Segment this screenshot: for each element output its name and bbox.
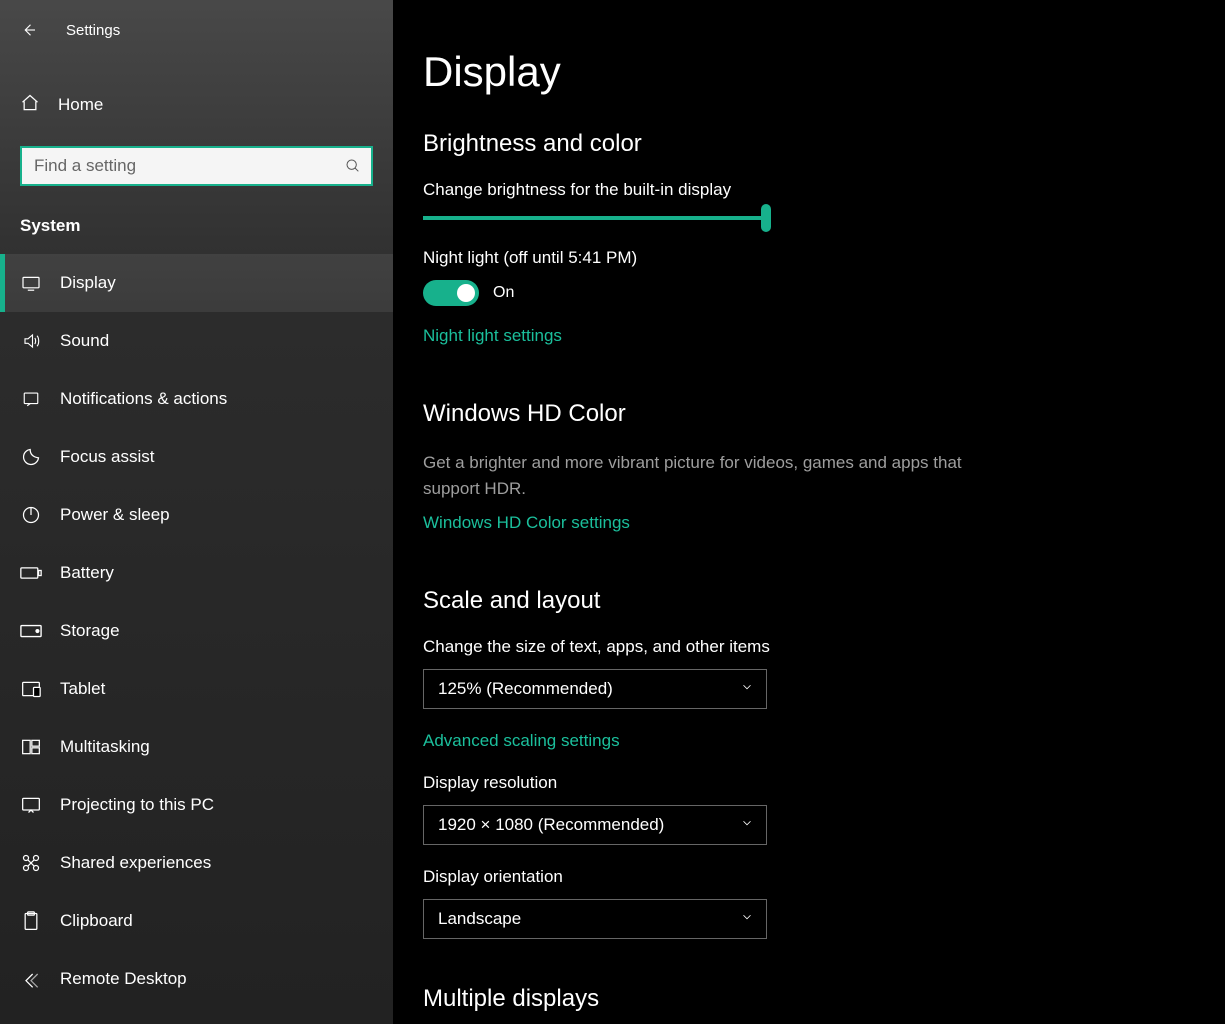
night-light-label: Night light (off until 5:41 PM) xyxy=(423,248,1185,268)
text-size-label: Change the size of text, apps, and other… xyxy=(423,637,1185,657)
hdcolor-description: Get a brighter and more vibrant picture … xyxy=(423,450,983,501)
display-icon xyxy=(20,275,42,291)
multitasking-icon xyxy=(20,738,42,756)
sidebar-item-label: Shared experiences xyxy=(60,853,373,873)
orientation-dropdown[interactable]: Landscape xyxy=(423,899,767,939)
sidebar-item-label: Power & sleep xyxy=(60,505,373,525)
sidebar-item-label: Sound xyxy=(60,331,373,351)
category-header: System xyxy=(0,216,393,236)
sound-icon xyxy=(20,332,42,350)
section-heading-brightness: Brightness and color xyxy=(423,130,1185,158)
search-box[interactable] xyxy=(20,146,373,186)
sidebar-item-clipboard[interactable]: Clipboard xyxy=(0,892,393,950)
section-hdcolor: Windows HD Color Get a brighter and more… xyxy=(423,400,1185,541)
night-light-toggle-state: On xyxy=(493,284,514,302)
titlebar: Settings xyxy=(0,10,393,50)
night-light-settings-link[interactable]: Night light settings xyxy=(423,326,562,346)
storage-icon xyxy=(20,624,42,638)
sidebar-item-focus-assist[interactable]: Focus assist xyxy=(0,428,393,486)
home-label: Home xyxy=(58,95,103,115)
section-scale: Scale and layout Change the size of text… xyxy=(423,587,1185,939)
clipboard-icon xyxy=(20,911,42,931)
battery-icon xyxy=(20,566,42,580)
resolution-value: 1920 × 1080 (Recommended) xyxy=(438,815,664,835)
notifications-icon xyxy=(20,390,42,408)
resolution-dropdown[interactable]: 1920 × 1080 (Recommended) xyxy=(423,805,767,845)
sidebar-item-projecting[interactable]: Projecting to this PC xyxy=(0,776,393,834)
text-size-dropdown[interactable]: 125% (Recommended) xyxy=(423,669,767,709)
section-brightness: Brightness and color Change brightness f… xyxy=(423,130,1185,354)
content-area: Display Brightness and color Change brig… xyxy=(393,0,1225,1024)
power-icon xyxy=(20,505,42,525)
home-icon xyxy=(20,93,40,118)
sidebar-item-notifications[interactable]: Notifications & actions xyxy=(0,370,393,428)
app-title: Settings xyxy=(66,22,120,39)
sidebar-item-multitasking[interactable]: Multitasking xyxy=(0,718,393,776)
remote-desktop-icon xyxy=(20,970,42,988)
sidebar-item-label: Clipboard xyxy=(60,911,373,931)
brightness-slider-label: Change brightness for the built-in displ… xyxy=(423,180,1185,200)
resolution-label: Display resolution xyxy=(423,773,1185,793)
brightness-slider[interactable] xyxy=(423,216,769,220)
sidebar-item-shared-experiences[interactable]: Shared experiences xyxy=(0,834,393,892)
sidebar-item-label: Storage xyxy=(60,621,373,641)
chevron-down-icon xyxy=(740,679,754,699)
sidebar-item-display[interactable]: Display xyxy=(0,254,393,312)
nav-list: Display Sound Notifications & actions Fo… xyxy=(0,254,393,1008)
back-icon[interactable] xyxy=(20,21,38,39)
sidebar: Settings Home System Display xyxy=(0,0,393,1024)
advanced-scaling-link[interactable]: Advanced scaling settings xyxy=(423,731,620,751)
text-size-value: 125% (Recommended) xyxy=(438,679,613,699)
tablet-icon xyxy=(20,680,42,698)
hdcolor-settings-link[interactable]: Windows HD Color settings xyxy=(423,513,630,533)
focus-assist-icon xyxy=(20,447,42,467)
section-heading-scale: Scale and layout xyxy=(423,587,1185,615)
sidebar-item-storage[interactable]: Storage xyxy=(0,602,393,660)
section-heading-multiple: Multiple displays xyxy=(423,985,1185,1013)
sidebar-item-label: Notifications & actions xyxy=(60,389,373,409)
sidebar-item-label: Display xyxy=(60,273,373,293)
page-title: Display xyxy=(423,48,1185,96)
sidebar-item-battery[interactable]: Battery xyxy=(0,544,393,602)
search-container xyxy=(20,146,373,186)
chevron-down-icon xyxy=(740,815,754,835)
shared-icon xyxy=(20,853,42,873)
sidebar-item-sound[interactable]: Sound xyxy=(0,312,393,370)
orientation-label: Display orientation xyxy=(423,867,1185,887)
section-multiple-displays: Multiple displays xyxy=(423,985,1185,1013)
chevron-down-icon xyxy=(740,909,754,929)
projecting-icon xyxy=(20,796,42,814)
sidebar-item-label: Focus assist xyxy=(60,447,373,467)
sidebar-item-label: Battery xyxy=(60,563,373,583)
sidebar-item-label: Projecting to this PC xyxy=(60,795,373,815)
sidebar-item-remote-desktop[interactable]: Remote Desktop xyxy=(0,950,393,1008)
brightness-slider-thumb[interactable] xyxy=(761,204,771,232)
search-icon xyxy=(345,158,361,174)
night-light-toggle[interactable] xyxy=(423,280,479,306)
orientation-value: Landscape xyxy=(438,909,521,929)
search-input[interactable] xyxy=(34,156,345,176)
section-heading-hdcolor: Windows HD Color xyxy=(423,400,1185,428)
sidebar-item-tablet[interactable]: Tablet xyxy=(0,660,393,718)
sidebar-item-power-sleep[interactable]: Power & sleep xyxy=(0,486,393,544)
home-button[interactable]: Home xyxy=(0,76,393,134)
sidebar-item-label: Tablet xyxy=(60,679,373,699)
sidebar-item-label: Remote Desktop xyxy=(60,969,373,989)
sidebar-item-label: Multitasking xyxy=(60,737,373,757)
